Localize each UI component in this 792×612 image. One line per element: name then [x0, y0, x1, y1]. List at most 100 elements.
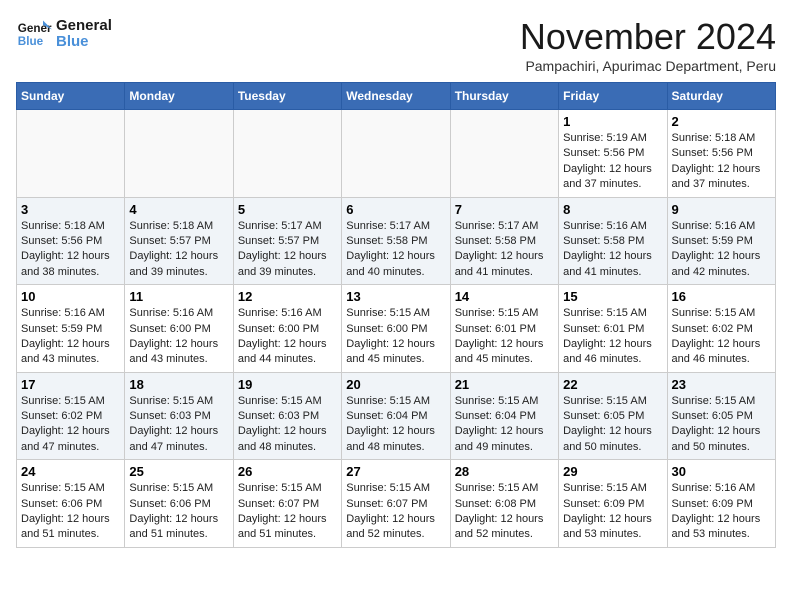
- day-number: 19: [238, 377, 337, 392]
- day-number: 25: [129, 464, 228, 479]
- day-info: Sunrise: 5:15 AM Sunset: 6:04 PM Dayligh…: [346, 394, 445, 456]
- day-number: 7: [455, 202, 554, 217]
- calendar-cell: 19Sunrise: 5:15 AM Sunset: 6:03 PM Dayli…: [233, 372, 341, 460]
- calendar-cell: [125, 110, 233, 198]
- day-info: Sunrise: 5:16 AM Sunset: 6:00 PM Dayligh…: [129, 306, 228, 368]
- calendar-cell: 20 Sunrise: 5:15 AM Sunset: 6:04 PM Dayli…: [342, 372, 450, 460]
- calendar-cell: 29 Sunrise: 5:15 AM Sunset: 6:09 PM Dayli…: [559, 460, 667, 548]
- day-info: Sunrise: 5:18 AM Sunset: 5:56 PM Dayligh…: [21, 219, 120, 281]
- day-number: 30: [672, 464, 771, 479]
- day-number: 16: [672, 289, 771, 304]
- day-number: 29: [563, 464, 662, 479]
- day-number: 22: [563, 377, 662, 392]
- day-info: Sunrise: 5:18 AM Sunset: 5:56 PM Dayligh…: [672, 131, 771, 193]
- day-number: 12: [238, 289, 337, 304]
- day-info: Sunrise: 5:15 AM Sunset: 6:05 PM Dayligh…: [672, 394, 771, 456]
- weekday-header: Friday: [559, 83, 667, 110]
- day-info: Sunrise: 5:15 AM Sunset: 6:08 PM Dayligh…: [455, 481, 554, 543]
- day-info: Sunrise: 5:16 AM Sunset: 5:59 PM Dayligh…: [21, 306, 120, 368]
- calendar-cell: 1 Sunrise: 5:19 AM Sunset: 5:56 PM Daylig…: [559, 110, 667, 198]
- calendar-cell: 5Sunrise: 5:17 AM Sunset: 5:57 PM Daylig…: [233, 197, 341, 285]
- day-number: 2: [672, 114, 771, 129]
- calendar-cell: 15 Sunrise: 5:15 AM Sunset: 6:01 PM Dayli…: [559, 285, 667, 373]
- location-subtitle: Pampachiri, Apurimac Department, Peru: [520, 58, 776, 74]
- day-number: 17: [21, 377, 120, 392]
- calendar-cell: [450, 110, 558, 198]
- logo-line2: Blue: [56, 34, 112, 51]
- calendar-cell: 28 Sunrise: 5:15 AM Sunset: 6:08 PM Dayli…: [450, 460, 558, 548]
- logo: General Blue General Blue: [16, 16, 112, 52]
- day-number: 21: [455, 377, 554, 392]
- day-number: 18: [129, 377, 228, 392]
- calendar-cell: [342, 110, 450, 198]
- day-number: 11: [129, 289, 228, 304]
- day-number: 8: [563, 202, 662, 217]
- calendar-week-row: 1 Sunrise: 5:19 AM Sunset: 5:56 PM Daylig…: [17, 110, 776, 198]
- logo-line1: General: [56, 18, 112, 35]
- day-number: 27: [346, 464, 445, 479]
- title-block: November 2024 Pampachiri, Apurimac Depar…: [520, 16, 776, 74]
- calendar-cell: 12 Sunrise: 5:16 AM Sunset: 6:00 PM Dayli…: [233, 285, 341, 373]
- calendar-cell: 2 Sunrise: 5:18 AM Sunset: 5:56 PM Daylig…: [667, 110, 775, 198]
- calendar-cell: 16 Sunrise: 5:15 AM Sunset: 6:02 PM Dayli…: [667, 285, 775, 373]
- day-number: 10: [21, 289, 120, 304]
- calendar-week-row: 17Sunrise: 5:15 AM Sunset: 6:02 PM Dayli…: [17, 372, 776, 460]
- calendar-cell: 13 Sunrise: 5:15 AM Sunset: 6:00 PM Dayli…: [342, 285, 450, 373]
- weekday-header: Monday: [125, 83, 233, 110]
- day-info: Sunrise: 5:15 AM Sunset: 6:01 PM Dayligh…: [455, 306, 554, 368]
- day-number: 20: [346, 377, 445, 392]
- day-number: 28: [455, 464, 554, 479]
- calendar-table: SundayMondayTuesdayWednesdayThursdayFrid…: [16, 82, 776, 548]
- day-info: Sunrise: 5:15 AM Sunset: 6:01 PM Dayligh…: [563, 306, 662, 368]
- calendar-cell: [233, 110, 341, 198]
- calendar-cell: 8 Sunrise: 5:16 AM Sunset: 5:58 PM Daylig…: [559, 197, 667, 285]
- logo-icon: General Blue: [16, 16, 52, 52]
- day-number: 23: [672, 377, 771, 392]
- day-info: Sunrise: 5:15 AM Sunset: 6:06 PM Dayligh…: [129, 481, 228, 543]
- day-info: Sunrise: 5:15 AM Sunset: 6:06 PM Dayligh…: [21, 481, 120, 543]
- day-number: 6: [346, 202, 445, 217]
- calendar-week-row: 24 Sunrise: 5:15 AM Sunset: 6:06 PM Dayli…: [17, 460, 776, 548]
- calendar-cell: 25 Sunrise: 5:15 AM Sunset: 6:06 PM Dayli…: [125, 460, 233, 548]
- day-info: Sunrise: 5:15 AM Sunset: 6:03 PM Dayligh…: [129, 394, 228, 456]
- calendar-cell: 6 Sunrise: 5:17 AM Sunset: 5:58 PM Daylig…: [342, 197, 450, 285]
- weekday-header: Sunday: [17, 83, 125, 110]
- calendar-cell: 10 Sunrise: 5:16 AM Sunset: 5:59 PM Dayli…: [17, 285, 125, 373]
- svg-text:Blue: Blue: [18, 35, 44, 48]
- day-number: 1: [563, 114, 662, 129]
- day-info: Sunrise: 5:15 AM Sunset: 6:09 PM Dayligh…: [563, 481, 662, 543]
- day-info: Sunrise: 5:16 AM Sunset: 6:00 PM Dayligh…: [238, 306, 337, 368]
- calendar-cell: 21Sunrise: 5:15 AM Sunset: 6:04 PM Dayli…: [450, 372, 558, 460]
- calendar-cell: 30Sunrise: 5:16 AM Sunset: 6:09 PM Dayli…: [667, 460, 775, 548]
- weekday-header: Tuesday: [233, 83, 341, 110]
- page-header: General Blue General Blue November 2024 …: [16, 16, 776, 74]
- day-number: 14: [455, 289, 554, 304]
- calendar-cell: [17, 110, 125, 198]
- calendar-week-row: 3Sunrise: 5:18 AM Sunset: 5:56 PM Daylig…: [17, 197, 776, 285]
- day-info: Sunrise: 5:15 AM Sunset: 6:07 PM Dayligh…: [346, 481, 445, 543]
- calendar-cell: 11 Sunrise: 5:16 AM Sunset: 6:00 PM Dayli…: [125, 285, 233, 373]
- day-info: Sunrise: 5:18 AM Sunset: 5:57 PM Dayligh…: [129, 219, 228, 281]
- day-number: 24: [21, 464, 120, 479]
- calendar-week-row: 10 Sunrise: 5:16 AM Sunset: 5:59 PM Dayli…: [17, 285, 776, 373]
- calendar-cell: 9Sunrise: 5:16 AM Sunset: 5:59 PM Daylig…: [667, 197, 775, 285]
- day-info: Sunrise: 5:15 AM Sunset: 6:02 PM Dayligh…: [672, 306, 771, 368]
- calendar-cell: 14 Sunrise: 5:15 AM Sunset: 6:01 PM Dayli…: [450, 285, 558, 373]
- svg-text:General: General: [18, 22, 52, 35]
- day-number: 13: [346, 289, 445, 304]
- day-info: Sunrise: 5:16 AM Sunset: 5:58 PM Dayligh…: [563, 219, 662, 281]
- day-info: Sunrise: 5:15 AM Sunset: 6:07 PM Dayligh…: [238, 481, 337, 543]
- calendar-cell: 27 Sunrise: 5:15 AM Sunset: 6:07 PM Dayli…: [342, 460, 450, 548]
- weekday-header: Thursday: [450, 83, 558, 110]
- day-info: Sunrise: 5:16 AM Sunset: 5:59 PM Dayligh…: [672, 219, 771, 281]
- calendar-cell: 7Sunrise: 5:17 AM Sunset: 5:58 PM Daylig…: [450, 197, 558, 285]
- calendar-cell: 3Sunrise: 5:18 AM Sunset: 5:56 PM Daylig…: [17, 197, 125, 285]
- day-number: 15: [563, 289, 662, 304]
- day-info: Sunrise: 5:15 AM Sunset: 6:00 PM Dayligh…: [346, 306, 445, 368]
- calendar-cell: 4Sunrise: 5:18 AM Sunset: 5:57 PM Daylig…: [125, 197, 233, 285]
- day-info: Sunrise: 5:17 AM Sunset: 5:58 PM Dayligh…: [346, 219, 445, 281]
- day-info: Sunrise: 5:19 AM Sunset: 5:56 PM Dayligh…: [563, 131, 662, 193]
- month-title: November 2024: [520, 16, 776, 58]
- day-number: 26: [238, 464, 337, 479]
- calendar-cell: 26 Sunrise: 5:15 AM Sunset: 6:07 PM Dayli…: [233, 460, 341, 548]
